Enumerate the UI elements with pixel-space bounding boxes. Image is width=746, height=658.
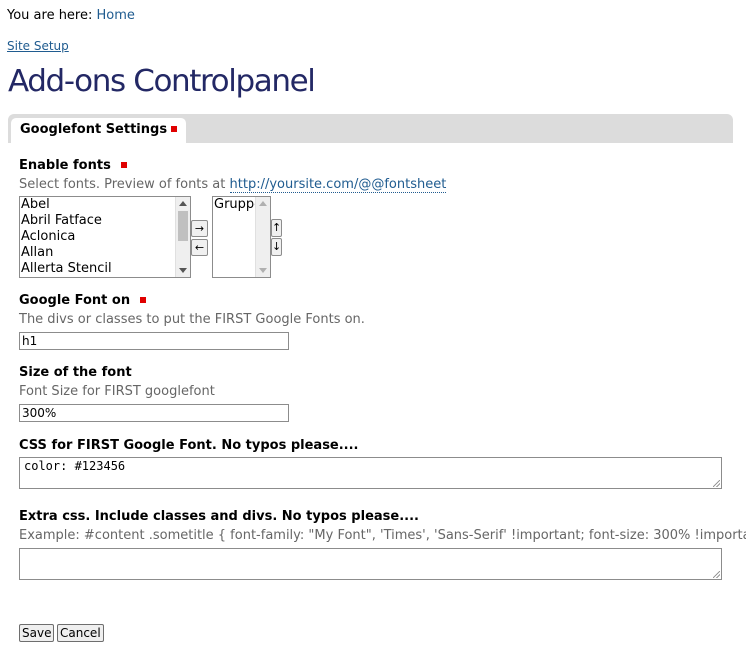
enable-fonts-label-text: Enable fonts [19,158,111,173]
font-size-label: Size of the font [19,365,132,380]
list-item[interactable]: Aclonica [20,229,190,245]
move-down-button[interactable]: ↓ [271,238,282,256]
breadcrumb-prefix: You are here: [7,8,93,23]
page-title: Add-ons Controlpanel [8,63,316,99]
list-item[interactable]: Allerta Stencil [20,261,190,277]
add-font-button[interactable]: → [191,220,208,237]
available-fonts-list[interactable]: Abel Abril Fatface Aclonica Allan Allert… [19,196,191,278]
required-marker [120,161,127,168]
breadcrumb-home-link[interactable]: Home [97,8,135,23]
enable-fonts-help-text: Select fonts. Preview of fonts at [19,177,226,192]
required-marker [171,125,178,132]
enable-fonts-label: Enable fonts [19,158,127,173]
available-fonts-scrollbar[interactable] [175,197,190,277]
scroll-up-icon[interactable] [259,201,267,206]
remove-font-button[interactable]: ← [191,239,208,256]
font-size-help: Font Size for FIRST googlefont [19,384,215,399]
save-button[interactable]: Save [19,624,55,642]
resize-grip-icon[interactable] [713,571,720,578]
google-font-on-input[interactable] [19,332,289,350]
google-font-on-help: The divs or classes to put the FIRST Goo… [19,312,365,327]
extra-css-label: Extra css. Include classes and divs. No … [19,509,419,524]
css-first-value: color: #123456 [24,459,126,473]
enable-fonts-help: Select fonts. Preview of fonts at http:/… [19,177,447,193]
selected-fonts-list[interactable]: Gruppo [212,196,271,278]
list-item[interactable]: Abel [20,197,190,213]
breadcrumb: You are here: Home [7,8,135,23]
fontsheet-link[interactable]: http://yoursite.com/@@fontsheet [229,177,447,193]
site-setup-link[interactable]: Site Setup [7,39,69,53]
list-item[interactable]: Allan [20,245,190,261]
scroll-down-icon[interactable] [179,268,187,273]
tab-googlefont-settings[interactable]: Googlefont Settings [11,118,187,143]
required-marker [140,296,147,303]
extra-css-help: Example: #content .sometitle { font-fami… [19,528,746,543]
css-first-label: CSS for FIRST Google Font. No typos plea… [19,438,359,453]
cancel-button[interactable]: Cancel [57,624,104,642]
scroll-down-icon[interactable] [259,268,267,273]
scroll-thumb[interactable] [178,211,188,241]
css-first-textarea[interactable]: color: #123456 [19,457,722,489]
resize-grip-icon[interactable] [713,480,720,487]
google-font-on-label: Google Font on [19,293,147,308]
font-size-input[interactable] [19,404,289,422]
move-up-button[interactable]: ↑ [271,219,282,237]
selected-fonts-scrollbar[interactable] [255,197,270,277]
tab-bar: Googlefont Settings [8,114,733,143]
scroll-up-icon[interactable] [179,201,187,206]
extra-css-textarea[interactable] [19,548,722,580]
tab-label: Googlefont Settings [20,122,168,137]
google-font-on-label-text: Google Font on [19,293,131,308]
list-item[interactable]: Abril Fatface [20,213,190,229]
